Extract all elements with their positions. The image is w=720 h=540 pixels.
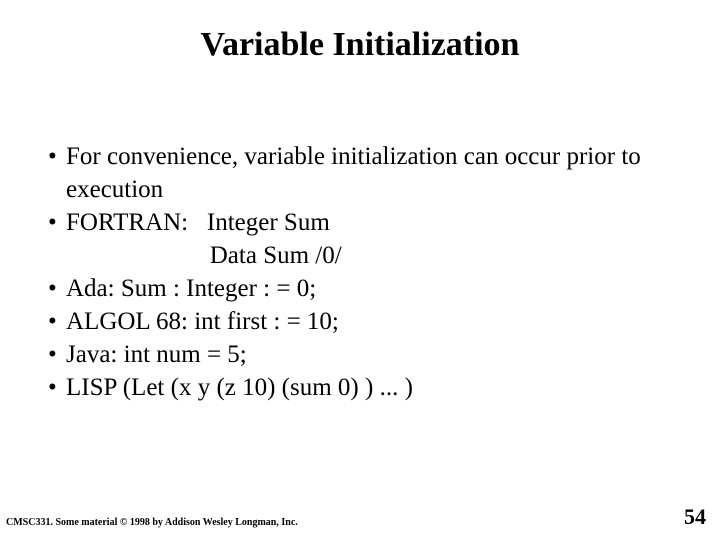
bullet-item: • FORTRAN: Integer Sum [48,206,672,239]
page-number: 54 [684,504,706,530]
slide-title: Variable Initialization [0,26,720,64]
bullet-item: • LISP (Let (x y (z 10) (sum 0) ) ... ) [48,371,672,404]
bullet-text: Data Sum /0/ [66,239,672,272]
bullet-mark: • [48,206,66,239]
bullet-text: Ada: Sum : Integer : = 0; [66,272,672,305]
bullet-item: • For convenience, variable initializati… [48,140,672,206]
bullet-mark: • [48,305,66,338]
bullet-mark: • [48,371,66,404]
bullet-text: For convenience, variable initialization… [66,140,672,206]
bullet-continuation: Data Sum /0/ [48,239,672,272]
footer-copyright: CMSC331. Some material © 1998 by Addison… [6,517,298,528]
bullet-mark: • [48,272,66,305]
bullet-item: • Ada: Sum : Integer : = 0; [48,272,672,305]
bullet-item: • ALGOL 68: int first : = 10; [48,305,672,338]
bullet-item: • Java: int num = 5; [48,338,672,371]
bullet-text: Java: int num = 5; [66,338,672,371]
bullet-text: ALGOL 68: int first : = 10; [66,305,672,338]
bullet-list: • For convenience, variable initializati… [48,140,672,404]
bullet-text: FORTRAN: Integer Sum [66,206,672,239]
bullet-mark: • [48,338,66,371]
bullet-mark: • [48,140,66,206]
slide: Variable Initialization • For convenienc… [0,0,720,540]
bullet-text: LISP (Let (x y (z 10) (sum 0) ) ... ) [66,371,672,404]
